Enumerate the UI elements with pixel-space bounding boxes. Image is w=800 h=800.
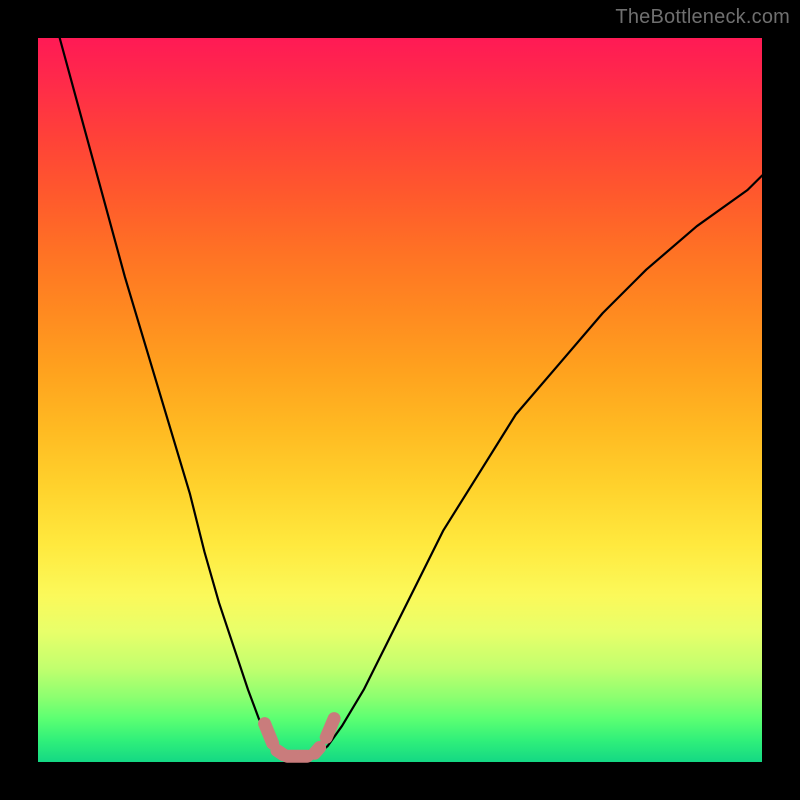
valley-marker-4 [326,719,334,738]
curve-layer [60,38,762,758]
chart-frame: TheBottleneck.com [0,0,800,800]
bottleneck-curve [60,38,762,758]
chart-plot-area [38,38,762,762]
valley-marker-0 [265,724,273,744]
chart-svg [38,38,762,762]
marker-layer [265,719,335,757]
valley-marker-3 [315,748,320,754]
watermark-text: TheBottleneck.com [615,6,790,29]
